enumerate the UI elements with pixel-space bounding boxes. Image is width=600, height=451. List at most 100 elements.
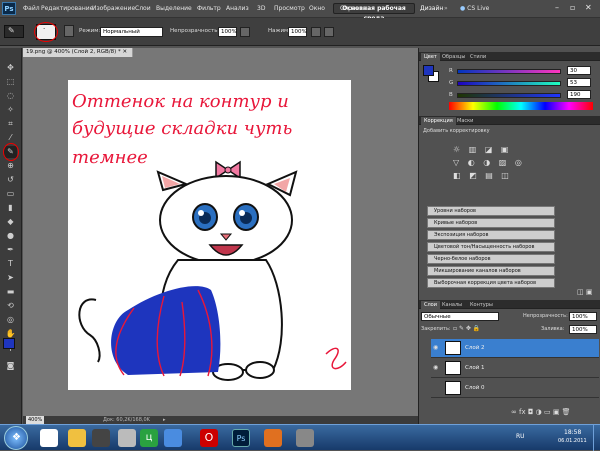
move-tool-icon[interactable]: ✥ bbox=[4, 62, 17, 74]
more-workspaces-icon[interactable]: » bbox=[444, 5, 448, 12]
3d-rotate-tool-icon[interactable]: ⟲ bbox=[4, 300, 17, 312]
preset-black-white[interactable]: Черно-белое наборов bbox=[427, 254, 555, 264]
minimize-icon[interactable]: – bbox=[555, 3, 559, 12]
taskbar-explorer-icon[interactable] bbox=[68, 429, 86, 447]
r-slider[interactable] bbox=[457, 69, 561, 74]
menu-help[interactable]: Справка bbox=[340, 5, 366, 12]
tab-adjustments[interactable]: Коррекция bbox=[421, 117, 456, 125]
menu-file[interactable]: Файл bbox=[23, 5, 40, 12]
mode-select[interactable]: Нормальный bbox=[100, 27, 163, 37]
menu-layers[interactable]: Слои bbox=[135, 5, 151, 12]
lock-icons[interactable]: ▫ ✎ ✥ 🔒 bbox=[453, 325, 480, 332]
taskbar-firefox-icon[interactable] bbox=[264, 429, 282, 447]
tab-layers[interactable]: Слои bbox=[421, 301, 440, 309]
clock-date[interactable]: 06.01.2011 bbox=[558, 438, 587, 444]
layer-row[interactable]: ◉ Слой 1 bbox=[431, 359, 599, 378]
flow-input[interactable]: 100% bbox=[288, 27, 307, 37]
tab-color[interactable]: Цвет bbox=[421, 53, 440, 61]
taskbar-opera-icon[interactable]: O bbox=[200, 429, 218, 447]
preset-selective-color[interactable]: Выборочная коррекция цвета наборов bbox=[427, 278, 555, 288]
preset-hue-saturation[interactable]: Цветовой тон/Насыщенность наборов bbox=[427, 242, 555, 252]
visibility-eye-icon[interactable]: ◉ bbox=[433, 365, 441, 371]
blur-tool-icon[interactable]: ◆ bbox=[4, 216, 17, 228]
layer-row[interactable]: Слой 0 bbox=[431, 379, 599, 398]
brush-panel-toggle[interactable] bbox=[64, 25, 74, 37]
history-brush-tool-icon[interactable]: ↺ bbox=[4, 174, 17, 186]
menu-filter[interactable]: Фильтр bbox=[197, 5, 221, 12]
taskbar-media-player-icon[interactable] bbox=[92, 429, 110, 447]
preset-exposure[interactable]: Экспозиция наборов bbox=[427, 230, 555, 240]
size-pressure-toggle[interactable] bbox=[324, 27, 334, 37]
g-value[interactable]: 53 bbox=[567, 78, 591, 87]
color-panel-foreground-swatch[interactable] bbox=[423, 65, 434, 76]
opacity-input[interactable]: 100% bbox=[218, 27, 237, 37]
clock-time[interactable]: 18:58 bbox=[564, 429, 581, 436]
adjustment-icons-grid[interactable]: ☼ ▥ ◪ ▣ ▽ ◐ ◑ ▨ ◎ ◧ ◩ ▤ ◫ bbox=[453, 143, 543, 183]
path-select-tool-icon[interactable]: ➤ bbox=[4, 272, 17, 284]
maximize-icon[interactable]: ▫ bbox=[570, 3, 575, 12]
gradient-tool-icon[interactable]: ▮ bbox=[4, 202, 17, 214]
adjustments-footer-icons[interactable]: ◫ ▣ bbox=[577, 288, 592, 296]
pen-tool-icon[interactable]: ✒ bbox=[4, 244, 17, 256]
taskbar-app2-icon[interactable] bbox=[296, 429, 314, 447]
b-slider[interactable] bbox=[457, 93, 561, 98]
tab-channels[interactable]: Каналы bbox=[439, 301, 465, 309]
shape-tool-icon[interactable]: ▬ bbox=[4, 286, 17, 298]
layer-row[interactable]: ◉ Слой 2 bbox=[431, 339, 599, 358]
menu-select[interactable]: Выделение bbox=[156, 5, 192, 12]
menu-3d[interactable]: 3D bbox=[257, 5, 265, 12]
preset-curves[interactable]: Кривые наборов bbox=[427, 218, 555, 228]
taskbar-photoshop-icon[interactable]: Ps bbox=[232, 429, 250, 447]
clone-stamp-tool-icon[interactable]: ⊕ bbox=[4, 160, 17, 172]
3d-orbit-tool-icon[interactable]: ◎ bbox=[4, 314, 17, 326]
g-slider[interactable] bbox=[457, 81, 561, 86]
eraser-tool-icon[interactable]: ▭ bbox=[4, 188, 17, 200]
type-tool-icon[interactable]: T bbox=[4, 258, 17, 270]
blend-mode-select[interactable]: Обычные bbox=[421, 312, 499, 321]
menu-window[interactable]: Окно bbox=[309, 5, 325, 12]
menu-edit[interactable]: Редактирование bbox=[41, 5, 93, 12]
quick-mask-icon[interactable]: ◙ bbox=[4, 360, 17, 372]
tab-masks[interactable]: Маски bbox=[454, 117, 476, 125]
show-desktop-button[interactable] bbox=[593, 425, 600, 451]
tab-styles[interactable]: Стили bbox=[467, 53, 489, 61]
preset-levels[interactable]: Уровни наборов bbox=[427, 206, 555, 216]
taskbar-document-icon[interactable] bbox=[40, 429, 58, 447]
tab-swatches[interactable]: Образцы bbox=[439, 53, 468, 61]
opacity-pressure-toggle[interactable] bbox=[240, 27, 250, 37]
document-tab[interactable]: 19.png @ 400% (Слой 2, RGB/8) * ✕ bbox=[23, 48, 133, 57]
taskbar-drive-icon[interactable] bbox=[164, 429, 182, 447]
cslive-button[interactable]: ● CS Live bbox=[460, 5, 489, 12]
artwork: Оттенок на контур и будущие складки чуть… bbox=[72, 91, 347, 381]
taskbar-icq-icon[interactable]: ц bbox=[140, 429, 158, 447]
airbrush-toggle[interactable] bbox=[311, 27, 321, 37]
design-workspace-link[interactable]: Дизайн bbox=[420, 5, 443, 12]
fill-input[interactable]: 100% bbox=[569, 325, 597, 334]
quick-select-tool-icon[interactable]: ✧ bbox=[4, 104, 17, 116]
document-canvas[interactable]: Оттенок на контур и будущие складки чуть… bbox=[68, 80, 351, 390]
foreground-color-swatch[interactable] bbox=[3, 338, 15, 349]
tab-paths[interactable]: Контуры bbox=[467, 301, 496, 309]
menu-analysis[interactable]: Анализ bbox=[226, 5, 249, 12]
tab-close-icon[interactable]: ✕ bbox=[122, 49, 127, 55]
brush-preset-picker[interactable]: ✎ bbox=[4, 25, 24, 38]
preset-channel-mixer[interactable]: Микширование каналов наборов bbox=[427, 266, 555, 276]
crop-tool-icon[interactable]: ⌗ bbox=[4, 118, 17, 130]
dodge-tool-icon[interactable]: ● bbox=[4, 230, 17, 242]
start-button[interactable]: ❖ bbox=[4, 426, 28, 450]
color-spectrum-ramp[interactable] bbox=[449, 102, 593, 110]
menu-view[interactable]: Просмотр bbox=[274, 5, 305, 12]
marquee-tool-icon[interactable]: ⬚ bbox=[4, 76, 17, 88]
close-icon[interactable]: ✕ bbox=[585, 3, 592, 12]
r-value[interactable]: 30 bbox=[567, 66, 591, 75]
layers-footer-icons[interactable]: ∞ fx ◘ ◑ ▭ ▣ 🗑 bbox=[511, 408, 571, 416]
visibility-eye-icon[interactable]: ◉ bbox=[433, 345, 441, 351]
menu-image[interactable]: Изображение bbox=[92, 5, 135, 12]
lasso-tool-icon[interactable]: ◌ bbox=[4, 90, 17, 102]
language-indicator[interactable]: RU bbox=[516, 433, 525, 440]
brush-tool-highlight-circle bbox=[3, 143, 19, 161]
layer-opacity-input[interactable]: 100% bbox=[569, 312, 597, 321]
b-value[interactable]: 190 bbox=[567, 90, 591, 99]
taskbar-app-icon[interactable] bbox=[118, 429, 136, 447]
right-panel-dock: Цвет Образцы Стили R 30 G 53 B 190 Корре… bbox=[418, 48, 600, 424]
